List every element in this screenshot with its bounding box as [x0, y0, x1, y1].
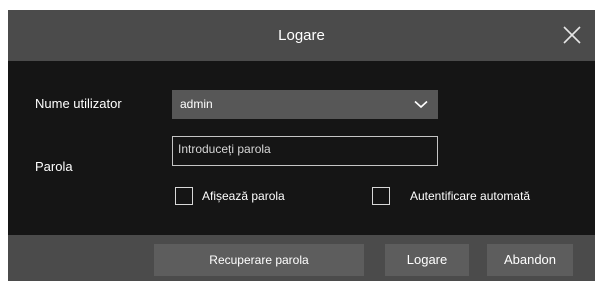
show-password-label[interactable]: Afișează parola: [202, 189, 285, 203]
auto-login-label[interactable]: Autentificare automată: [410, 189, 530, 203]
recover-password-button[interactable]: Recuperare parola: [154, 244, 364, 276]
close-icon: [563, 26, 581, 44]
login-button[interactable]: Logare: [385, 244, 469, 276]
password-label: Parola: [35, 159, 73, 174]
login-dialog: Logare Nume utilizator admin Parola Intr…: [8, 10, 595, 281]
cancel-button[interactable]: Abandon: [487, 244, 573, 276]
username-select[interactable]: admin: [172, 90, 438, 119]
username-value: admin: [180, 97, 213, 111]
chevron-down-icon: [414, 100, 428, 109]
close-button[interactable]: [561, 24, 583, 46]
show-password-checkbox[interactable]: [175, 187, 193, 205]
auto-login-checkbox[interactable]: [372, 187, 390, 205]
password-input[interactable]: Introduceți parola: [172, 136, 438, 166]
username-label: Nume utilizator: [35, 96, 122, 111]
dialog-title: Logare: [278, 27, 325, 44]
password-placeholder: Introduceți parola: [178, 142, 271, 156]
